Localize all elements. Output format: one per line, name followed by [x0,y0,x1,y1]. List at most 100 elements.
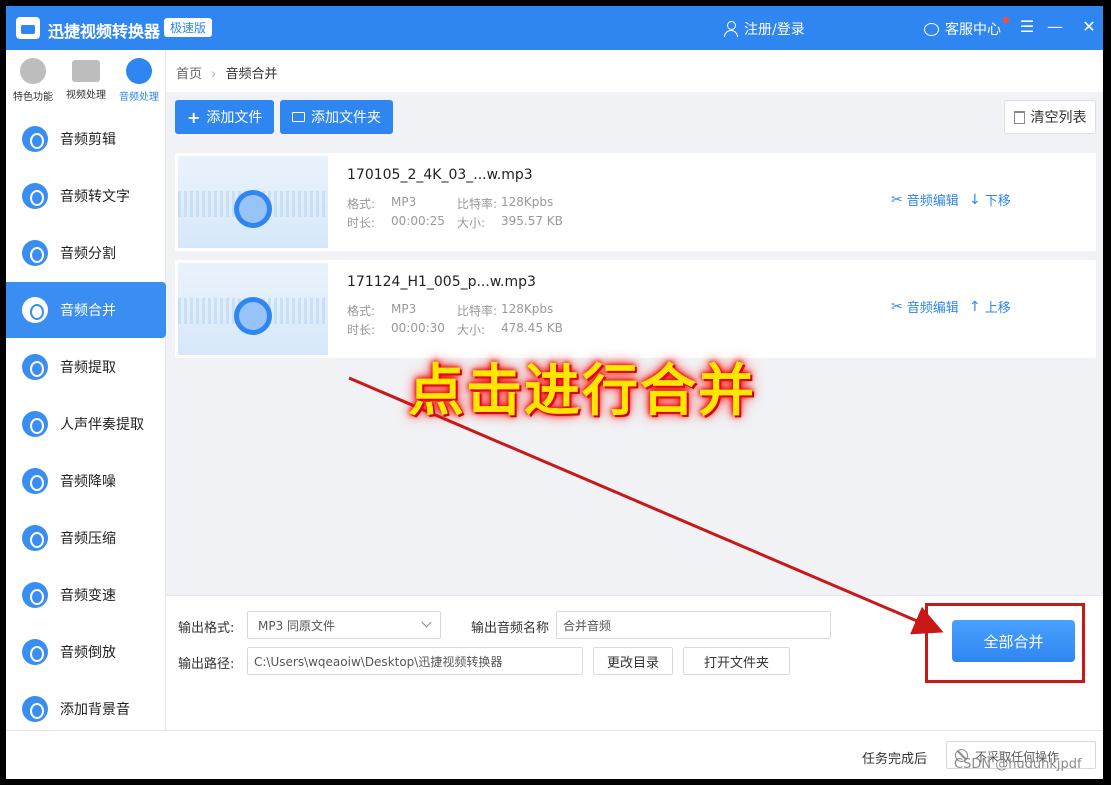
clear-list-button[interactable]: 清空列表 [1004,100,1096,134]
category-tab-video[interactable]: 视频处理 [59,58,113,108]
minimize-button[interactable]: — [1044,16,1066,38]
chat-icon [924,22,939,36]
sidebar-item-audio-reverse[interactable]: 音频倒放 [6,624,166,680]
category-label: 特色功能 [13,92,53,103]
file-name: 170105_2_4K_03_...w.mp3 [347,167,533,183]
move-down-button[interactable]: ↓ 下移 [969,190,1011,210]
close-button[interactable]: ✕ [1078,16,1100,38]
folder-icon [292,112,305,122]
menu-icon[interactable]: ☰ [1016,16,1038,38]
audio-edit-button[interactable]: ✂ 音频编辑 [891,190,959,210]
login-button[interactable]: 注册/登录 [724,19,805,39]
breadcrumb-home[interactable]: 首页 [176,67,202,82]
bitrate-label: 比特率: [457,197,498,211]
sidebar-item-label: 人声伴奏提取 [60,417,144,433]
output-path-label: 输出路径: [178,657,235,672]
change-directory-button[interactable]: 更改目录 [593,647,673,675]
file-row[interactable]: 171124_H1_005_p...w.mp3 格式: MP3 比特率: 128… [175,260,1096,358]
sidebar-item-label: 音频变速 [60,588,116,604]
audio-edit-button[interactable]: ✂ 音频编辑 [891,297,959,317]
arrow-down-icon: ↓ [969,191,981,208]
sidebar-item-vocal-extract[interactable]: 人声伴奏提取 [6,396,166,452]
sidebar-item-label: 音频倒放 [60,645,116,661]
merge-all-label: 全部合并 [983,632,1044,651]
music-icon [22,696,48,722]
sidebar-item-label: 音频合并 [60,303,116,319]
sidebar-item-label: 音频转文字 [60,189,130,205]
sidebar-item-label: 音频压缩 [60,531,116,547]
music-note-icon [234,277,272,335]
watermark: CSDN @hudunkjpdf [954,757,1082,772]
format-label: 格式: [347,304,376,318]
category-label: 音频处理 [119,92,159,103]
output-name-label: 输出音频名称 [471,621,550,636]
sidebar-item-audio-split[interactable]: 音频分割 [6,225,166,281]
sidebar-item-label: 添加背景音 [60,702,130,718]
scissors-icon: ✂ [891,298,903,315]
category-tab-featured[interactable]: 特色功能 [6,58,60,108]
merge-all-button[interactable]: 全部合并 [952,620,1075,662]
extract-icon [22,354,48,380]
sidebar-item-add-bgm[interactable]: 添加背景音 [6,681,166,737]
open-folder-button[interactable]: 打开文件夹 [683,647,790,675]
play-icon[interactable] [239,302,267,330]
after-task-label: 任务完成后 [862,752,928,767]
arrow-up-icon: ↑ [969,298,981,315]
title-bar: 迅捷视频转换器 极速版 注册/登录 客服中心 ☰ — ✕ [6,6,1103,50]
file-name: 171124_H1_005_p...w.mp3 [347,274,536,290]
audio-thumbnail [178,263,328,355]
output-format-select[interactable]: MP3 同原文件 [247,611,441,639]
sidebar-item-audio-speed[interactable]: 音频变速 [6,567,166,623]
move-up-button[interactable]: ↑ 上移 [969,297,1011,317]
user-icon [724,21,738,37]
add-file-button[interactable]: + 添加文件 [175,100,275,134]
play-icon[interactable] [239,195,267,223]
speed-icon [22,582,48,608]
format-value: MP3 [391,195,417,209]
output-path-input[interactable] [247,647,583,675]
category-label: 视频处理 [66,90,106,101]
duration-label: 时长: [347,323,376,337]
sidebar-item-audio-extract[interactable]: 音频提取 [6,339,166,395]
size-value: 478.45 KB [501,321,563,335]
star-icon [20,58,46,84]
output-name-input[interactable] [556,611,831,639]
sidebar-item-audio-compress[interactable]: 音频压缩 [6,510,166,566]
breadcrumb-current: 音频合并 [225,67,278,82]
move-up-label: 上移 [984,301,1011,316]
clear-list-label: 清空列表 [1030,110,1087,126]
sidebar-item-audio-merge[interactable]: 音频合并 [6,282,166,338]
sidebar-item-label: 音频剪辑 [60,132,116,148]
move-down-label: 下移 [984,194,1011,209]
app-logo-icon [16,17,40,39]
sidebar-item-label: 音频分割 [60,246,116,262]
add-file-label: 添加文件 [206,110,263,126]
format-value: MP3 [391,302,417,316]
output-format-value: MP3 同原文件 [258,619,336,633]
annotation-text: 点击进行合并 [408,359,756,424]
notification-dot [1003,17,1009,23]
trash-icon [1013,110,1025,124]
status-bar: 任务完成后 不采取任何操作 CSDN @hudunkjpdf [6,730,1103,779]
category-tabs: 特色功能 视频处理 音频处理 [6,50,166,110]
duration-value: 00:00:30 [391,321,445,335]
text-icon [22,183,48,209]
music-note-icon [234,170,272,228]
sidebar-item-noise-reduction[interactable]: 音频降噪 [6,453,166,509]
vocal-icon [22,411,48,437]
audio-edit-label: 音频编辑 [906,301,959,316]
sidebar-item-audio-to-text[interactable]: 音频转文字 [6,168,166,224]
bitrate-value: 128Kpbs [501,195,554,209]
change-directory-label: 更改目录 [606,655,659,671]
customer-service-button[interactable]: 客服中心 [924,19,1001,39]
chevron-down-icon [421,617,432,628]
app-title: 迅捷视频转换器 [48,22,161,41]
file-row[interactable]: 170105_2_4K_03_...w.mp3 格式: MP3 比特率: 128… [175,153,1096,251]
sidebar-item-audio-cut[interactable]: 音频剪辑 [6,111,166,167]
size-label: 大小: [457,216,486,230]
sidebar: 特色功能 视频处理 音频处理 音频剪辑 音频转文字 音频分割 音频合并 音频提取… [6,50,166,730]
category-tab-audio[interactable]: 音频处理 [112,58,166,108]
audio-icon [126,58,152,84]
output-format-label: 输出格式: [178,621,235,636]
add-folder-button[interactable]: 添加文件夹 [280,100,393,134]
